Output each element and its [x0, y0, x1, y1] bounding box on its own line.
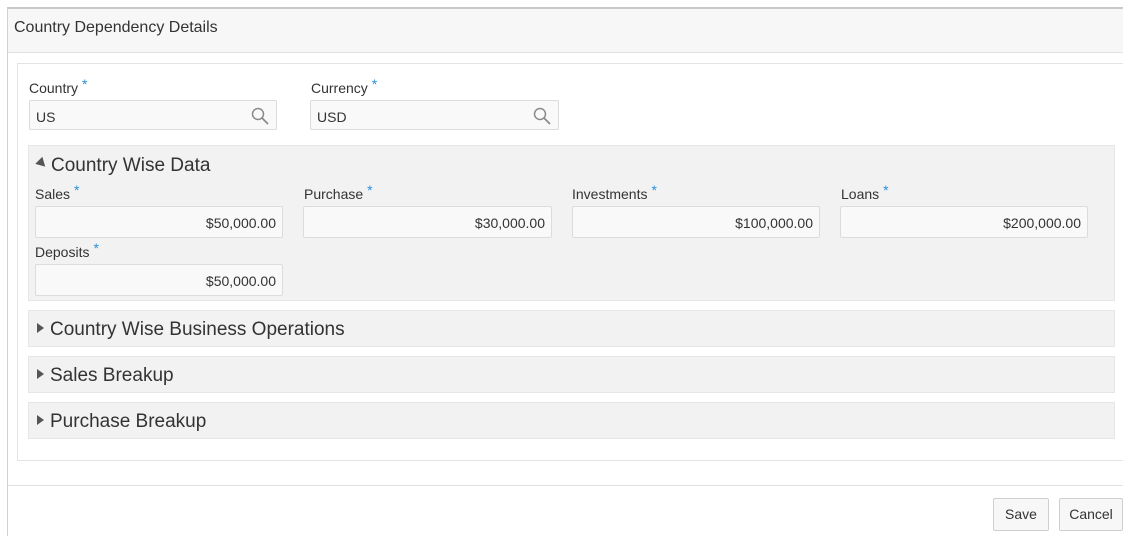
country-label: Country * — [29, 76, 87, 96]
investments-label: Investments * — [572, 182, 657, 202]
currency-label-text: Currency — [311, 80, 368, 96]
sales-label-text: Sales — [35, 186, 71, 202]
section-title-text: Sales Breakup — [50, 365, 174, 386]
investments-label-text: Investments — [572, 186, 648, 202]
section-sales-breakup[interactable]: Sales Breakup — [28, 356, 1115, 393]
expand-triangle-icon[interactable] — [37, 369, 44, 379]
cancel-button[interactable]: Cancel — [1059, 498, 1123, 531]
deposits-label-text: Deposits — [35, 244, 90, 260]
expand-triangle-icon[interactable] — [37, 323, 44, 333]
currency-label: Currency * — [311, 76, 377, 96]
search-icon[interactable] — [250, 106, 270, 126]
expand-triangle-icon[interactable] — [37, 415, 44, 425]
sales-input[interactable]: $50,000.00 — [35, 206, 283, 238]
loans-label-text: Loans — [841, 186, 880, 202]
section-title-text: Country Wise Business Operations — [50, 319, 345, 340]
required-asterisk: * — [82, 76, 88, 92]
section-header-sales-breakup[interactable]: Sales Breakup — [37, 365, 174, 387]
required-asterisk: * — [651, 182, 657, 198]
currency-lookup-field[interactable]: USD — [310, 100, 559, 130]
required-asterisk: * — [883, 182, 889, 198]
purchase-label-text: Purchase — [304, 186, 364, 202]
required-asterisk: * — [93, 240, 99, 256]
deposits-input[interactable]: $50,000.00 — [35, 264, 283, 296]
section-business-operations[interactable]: Country Wise Business Operations — [28, 310, 1115, 347]
section-header-purchase-breakup[interactable]: Purchase Breakup — [37, 411, 206, 433]
loans-label: Loans * — [841, 182, 889, 202]
sales-value: $50,000.00 — [205, 215, 276, 231]
purchase-input[interactable]: $30,000.00 — [303, 206, 552, 238]
sales-label: Sales * — [35, 182, 79, 202]
section-header-business-operations[interactable]: Country Wise Business Operations — [37, 319, 345, 341]
section-header-country-wise-data[interactable]: Country Wise Data — [35, 155, 211, 177]
country-lookup-field[interactable]: US — [29, 100, 277, 130]
country-label-text: Country — [29, 80, 79, 96]
collapse-triangle-icon[interactable] — [35, 156, 49, 171]
search-icon[interactable] — [532, 106, 552, 126]
currency-value: USD — [317, 109, 347, 125]
investments-value: $100,000.00 — [735, 215, 813, 231]
save-button[interactable]: Save — [993, 498, 1049, 531]
section-purchase-breakup[interactable]: Purchase Breakup — [28, 402, 1115, 439]
required-asterisk: * — [74, 182, 80, 198]
deposits-label: Deposits * — [35, 240, 99, 260]
required-asterisk: * — [367, 182, 373, 198]
footer-divider — [8, 485, 1123, 486]
title-bar: Country Dependency Details — [8, 9, 1123, 53]
page-title: Country Dependency Details — [14, 19, 218, 36]
loans-input[interactable]: $200,000.00 — [840, 206, 1088, 238]
country-value: US — [36, 109, 56, 125]
section-title-text: Purchase Breakup — [50, 411, 207, 432]
purchase-label: Purchase * — [304, 182, 373, 202]
deposits-value: $50,000.00 — [205, 273, 276, 289]
required-asterisk: * — [371, 76, 378, 92]
investments-input[interactable]: $100,000.00 — [572, 206, 820, 238]
section-title-text: Country Wise Data — [51, 155, 211, 176]
purchase-value: $30,000.00 — [474, 215, 545, 231]
loans-value: $200,000.00 — [1003, 215, 1081, 231]
